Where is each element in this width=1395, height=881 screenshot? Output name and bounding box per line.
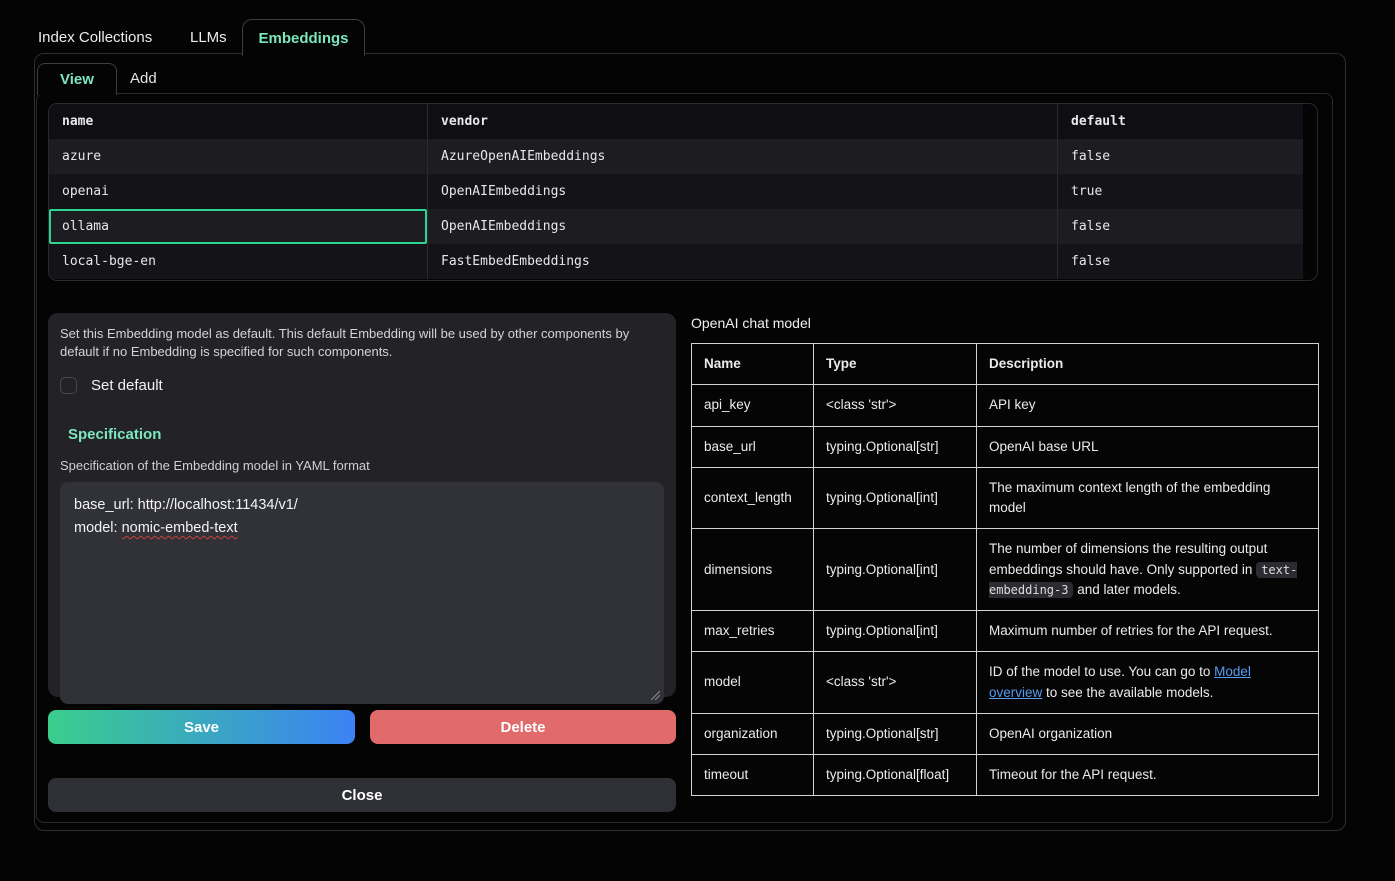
schema-cell-description: OpenAI organization <box>977 713 1319 754</box>
schema-cell-description: Timeout for the API request. <box>977 755 1319 796</box>
tab-llms[interactable]: LLMs <box>190 29 227 46</box>
specification-description: Specification of the Embedding model in … <box>60 458 664 473</box>
tab-embeddings[interactable]: Embeddings <box>242 19 365 56</box>
specification-heading: Specification <box>68 426 664 443</box>
schema-table: NameTypeDescription api_key<class 'str'>… <box>691 343 1319 796</box>
default-description: Set this Embedding model as default. Thi… <box>60 325 656 362</box>
schema-row-model: model<class 'str'>ID of the model to use… <box>692 652 1319 714</box>
schema-row-context_length: context_lengthtyping.Optional[int]The ma… <box>692 467 1319 529</box>
embeddings-table: namevendordefault azureAzureOpenAIEmbedd… <box>48 103 1318 281</box>
schema-cell-name: dimensions <box>692 529 814 611</box>
cell-name[interactable]: openai <box>49 174 427 209</box>
model-overview-link[interactable]: Model overview <box>989 664 1251 699</box>
set-default-label[interactable]: Set default <box>91 377 163 394</box>
schema-cell-type: typing.Optional[float] <box>814 755 977 796</box>
schema-cell-description: Maximum number of retries for the API re… <box>977 611 1319 652</box>
spec-line: base_url: http://localhost:11434/v1/ <box>74 494 650 517</box>
embedding-row-local-bge-en[interactable]: local-bge-enFastEmbedEmbeddingsfalse <box>49 244 1303 279</box>
cell-name[interactable]: ollama <box>49 209 427 244</box>
embedding-row-ollama[interactable]: ollamaOpenAIEmbeddingsfalse <box>49 209 1303 244</box>
tab-embeddings-label: Embeddings <box>258 30 348 47</box>
schema-row-dimensions: dimensionstyping.Optional[int]The number… <box>692 529 1319 611</box>
schema-cell-name: max_retries <box>692 611 814 652</box>
schema-cell-type: typing.Optional[str] <box>814 426 977 467</box>
spec-yaml-textarea[interactable]: base_url: http://localhost:11434/v1/mode… <box>60 482 664 704</box>
subtab-view[interactable]: View <box>37 63 117 95</box>
set-default-checkbox[interactable] <box>60 377 77 394</box>
schema-cell-description: API key <box>977 385 1319 426</box>
schema-cell-name: organization <box>692 713 814 754</box>
delete-button[interactable]: Delete <box>370 710 676 744</box>
cell-vendor[interactable]: AzureOpenAIEmbeddings <box>427 139 1057 174</box>
embedding-row-openai[interactable]: openaiOpenAIEmbeddingstrue <box>49 174 1303 209</box>
schema-cell-type: typing.Optional[int] <box>814 529 977 611</box>
subtab-add[interactable]: Add <box>130 70 157 87</box>
schema-column-type: Type <box>814 344 977 385</box>
code-chip: text-embedding-3 <box>989 562 1297 598</box>
subtab-view-label: View <box>60 71 94 88</box>
column-header-name: name <box>49 104 427 139</box>
schema-cell-name: base_url <box>692 426 814 467</box>
schema-cell-name: api_key <box>692 385 814 426</box>
schema-cell-name: context_length <box>692 467 814 529</box>
cell-default[interactable]: true <box>1057 174 1303 209</box>
schema-cell-description: The number of dimensions the resulting o… <box>977 529 1319 611</box>
schema-table-header: NameTypeDescription <box>692 344 1319 385</box>
schema-row-max_retries: max_retriestyping.Optional[int]Maximum n… <box>692 611 1319 652</box>
tab-index-collections[interactable]: Index Collections <box>38 29 152 46</box>
cell-default[interactable]: false <box>1057 244 1303 279</box>
schema-cell-description: The maximum context length of the embedd… <box>977 467 1319 529</box>
cell-vendor[interactable]: OpenAIEmbeddings <box>427 174 1057 209</box>
schema-cell-type: typing.Optional[int] <box>814 611 977 652</box>
schema-row-organization: organizationtyping.Optional[str]OpenAI o… <box>692 713 1319 754</box>
column-header-default: default <box>1057 104 1303 139</box>
embeddings-table-header: namevendordefault <box>49 104 1303 139</box>
cell-default[interactable]: false <box>1057 209 1303 244</box>
embedding-config-panel: Set this Embedding model as default. Thi… <box>48 313 676 697</box>
column-header-vendor: vendor <box>427 104 1057 139</box>
schema-cell-type: <class 'str'> <box>814 652 977 714</box>
cell-vendor[interactable]: FastEmbedEmbeddings <box>427 244 1057 279</box>
cell-name[interactable]: local-bge-en <box>49 244 427 279</box>
resize-handle-icon[interactable] <box>651 691 660 700</box>
misspelled-word: nomic-embed-text <box>122 520 238 536</box>
schema-cell-description: ID of the model to use. You can go to Mo… <box>977 652 1319 714</box>
set-default-row: Set default <box>60 377 664 394</box>
schema-row-base_url: base_urltyping.Optional[str]OpenAI base … <box>692 426 1319 467</box>
schema-cell-type: <class 'str'> <box>814 385 977 426</box>
close-button-label: Close <box>342 787 383 804</box>
schema-title: OpenAI chat model <box>691 315 811 331</box>
schema-cell-description: OpenAI base URL <box>977 426 1319 467</box>
cell-vendor[interactable]: OpenAIEmbeddings <box>427 209 1057 244</box>
spec-line: model: nomic-embed-text <box>74 517 650 540</box>
schema-cell-type: typing.Optional[str] <box>814 713 977 754</box>
delete-button-label: Delete <box>500 719 545 736</box>
schema-cell-type: typing.Optional[int] <box>814 467 977 529</box>
cell-default[interactable]: false <box>1057 139 1303 174</box>
schema-column-description: Description <box>977 344 1319 385</box>
save-button[interactable]: Save <box>48 710 355 744</box>
embedding-row-azure[interactable]: azureAzureOpenAIEmbeddingsfalse <box>49 139 1303 174</box>
schema-row-timeout: timeouttyping.Optional[float]Timeout for… <box>692 755 1319 796</box>
schema-column-name: Name <box>692 344 814 385</box>
schema-cell-name: timeout <box>692 755 814 796</box>
schema-cell-name: model <box>692 652 814 714</box>
schema-row-api_key: api_key<class 'str'>API key <box>692 385 1319 426</box>
close-button[interactable]: Close <box>48 778 676 812</box>
cell-name[interactable]: azure <box>49 139 427 174</box>
save-button-label: Save <box>184 719 219 736</box>
